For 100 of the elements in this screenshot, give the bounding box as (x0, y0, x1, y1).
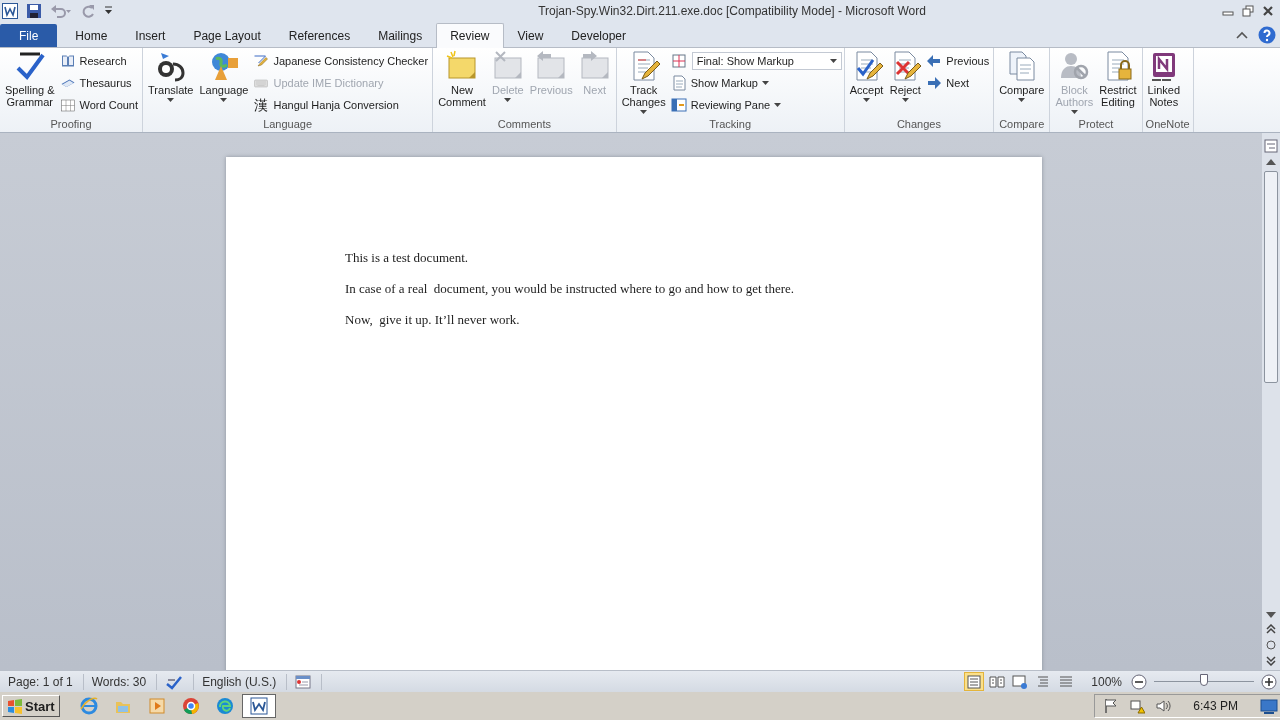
start-button[interactable]: Start (2, 695, 60, 717)
ribbon-button[interactable]: Show Markup (668, 72, 842, 94)
full-screen-reading-icon (989, 673, 1006, 690)
language-status[interactable]: English (U.S.) (194, 673, 288, 690)
ruler-toggle-icon[interactable] (1264, 139, 1278, 153)
pane-icon (670, 97, 687, 113)
page-count[interactable]: Page: 1 of 1 (0, 673, 84, 690)
caret-icon (774, 103, 782, 107)
caret-icon (504, 98, 512, 102)
paragraph: Now, give it up. It’ll never work. (345, 312, 521, 327)
group-label: Proofing (49, 117, 93, 132)
help-icon[interactable] (1258, 26, 1276, 44)
ribbon-tab[interactable]: References (274, 24, 365, 47)
edge-icon (215, 697, 234, 715)
customize-caret-icon[interactable] (104, 5, 113, 17)
ribbon-button[interactable]: Accept (846, 49, 887, 103)
markup-dropdown[interactable]: Final: Show Markup (691, 52, 842, 70)
print-layout-icon (966, 673, 983, 690)
restore-icon[interactable] (1242, 5, 1254, 17)
ribbon-button[interactable]: Reject (886, 49, 925, 103)
caret-icon (761, 81, 769, 85)
media-player-icon (147, 697, 166, 715)
ribbon-button[interactable]: Japanese Consistency Checker (251, 50, 431, 72)
file-tab[interactable]: File (0, 24, 58, 47)
scroll-up-icon[interactable] (1266, 159, 1276, 165)
word-icon (249, 697, 268, 715)
caret-icon (1018, 98, 1026, 102)
group-label: Tracking (708, 117, 753, 132)
counter-icon (59, 97, 76, 113)
zoom-in-icon[interactable] (1261, 673, 1277, 690)
scroll-down-icon[interactable] (1266, 612, 1276, 618)
network-warning-icon[interactable] (1129, 698, 1146, 714)
grid-icon (670, 53, 687, 69)
ribbon-button[interactable]: Next (924, 72, 992, 94)
word-app-icon[interactable] (2, 3, 18, 19)
paragraph: In case of a real document, you would be instructed where to go and how to get there. (345, 281, 796, 296)
ribbon-button[interactable]: Language (196, 49, 252, 103)
scrollbar-thumb[interactable] (1264, 171, 1278, 383)
ribbon-button[interactable]: Linked Notes (1144, 49, 1183, 109)
zoom-out-icon[interactable] (1131, 673, 1147, 690)
browse-object-icon[interactable] (1266, 640, 1276, 650)
pen-check-icon (253, 53, 270, 69)
caret-icon (863, 98, 870, 102)
caret-icon (829, 59, 837, 63)
collapse-ribbon-icon[interactable] (1236, 31, 1248, 39)
windows-logo-icon (7, 698, 23, 714)
ribbon-button[interactable]: Word Count (57, 94, 141, 116)
ribbon-tab[interactable]: Insert (121, 24, 180, 47)
group-label: Changes (895, 117, 942, 132)
next-page-icon[interactable] (1266, 656, 1276, 666)
ribbon-tab[interactable]: Review (436, 23, 504, 48)
group-label: Comments (496, 117, 552, 132)
ribbon-tab[interactable]: Developer (557, 24, 640, 47)
view-button[interactable] (964, 672, 985, 691)
chrome-icon (181, 697, 200, 715)
clock[interactable]: 6:43 PM (1181, 699, 1250, 713)
zoom-level[interactable]: 100% (1079, 674, 1128, 689)
ribbon-button[interactable]: Track Changes (618, 49, 669, 115)
close-icon[interactable] (1262, 5, 1274, 17)
caret-icon (901, 98, 909, 102)
caret-icon (640, 110, 648, 114)
macro-record-icon[interactable] (295, 674, 312, 689)
ribbon-tab[interactable]: Page Layout (179, 24, 275, 47)
ribbon-button[interactable]: Compare (996, 49, 1048, 103)
arrow-left-icon (926, 53, 943, 69)
ribbon-tab[interactable]: Home (61, 24, 122, 47)
ribbon-button[interactable]: Translate (145, 49, 197, 103)
document-icon (670, 75, 687, 91)
caret-icon (1070, 110, 1078, 114)
ribbon-button[interactable]: Thesaurus (57, 72, 141, 94)
web-layout-icon (1012, 673, 1029, 690)
ribbon-tab[interactable]: Mailings (364, 24, 437, 47)
group-label: OneNote (1144, 117, 1191, 132)
show-desktop-icon[interactable] (1260, 698, 1278, 714)
word-count[interactable]: Words: 30 (83, 673, 158, 690)
caret-icon (220, 98, 228, 102)
ribbon-button[interactable]: New Comment (435, 49, 489, 109)
window-title: Trojan-Spy.Win32.Dirt.211.exe.doc [Compatibility Mode] - Microsoft Word (537, 4, 927, 18)
draft-icon (1058, 673, 1075, 690)
ribbon-button[interactable]: Reviewing Pane (668, 94, 842, 116)
paragraph: This is a test document. (345, 250, 470, 265)
browser-icon (79, 697, 98, 715)
group-label: Language (262, 117, 314, 132)
volume-icon[interactable] (1155, 698, 1172, 714)
group-label: Compare (998, 117, 1046, 132)
person-icon (1058, 50, 1091, 82)
previous-page-icon[interactable] (1266, 624, 1276, 634)
save-icon[interactable] (26, 3, 42, 19)
arrow-right-icon (926, 75, 943, 91)
ribbon-button[interactable]: Previous (924, 50, 992, 72)
group-label: Protect (1077, 117, 1115, 132)
hanja-icon: 漢 (253, 97, 270, 113)
ribbon-button[interactable]: 漢 Hangul Hanja Conversion (251, 94, 431, 116)
taskbar-app[interactable] (241, 694, 276, 718)
ribbon-tab[interactable]: View (503, 24, 558, 47)
note-icon (446, 50, 478, 82)
ribbon-button[interactable]: Spelling & Grammar (2, 49, 58, 109)
ribbon-button[interactable]: Restrict Editing (1096, 49, 1140, 109)
zoom-slider-thumb[interactable] (1200, 674, 1208, 686)
ribbon-button[interactable]: Research (57, 50, 141, 72)
